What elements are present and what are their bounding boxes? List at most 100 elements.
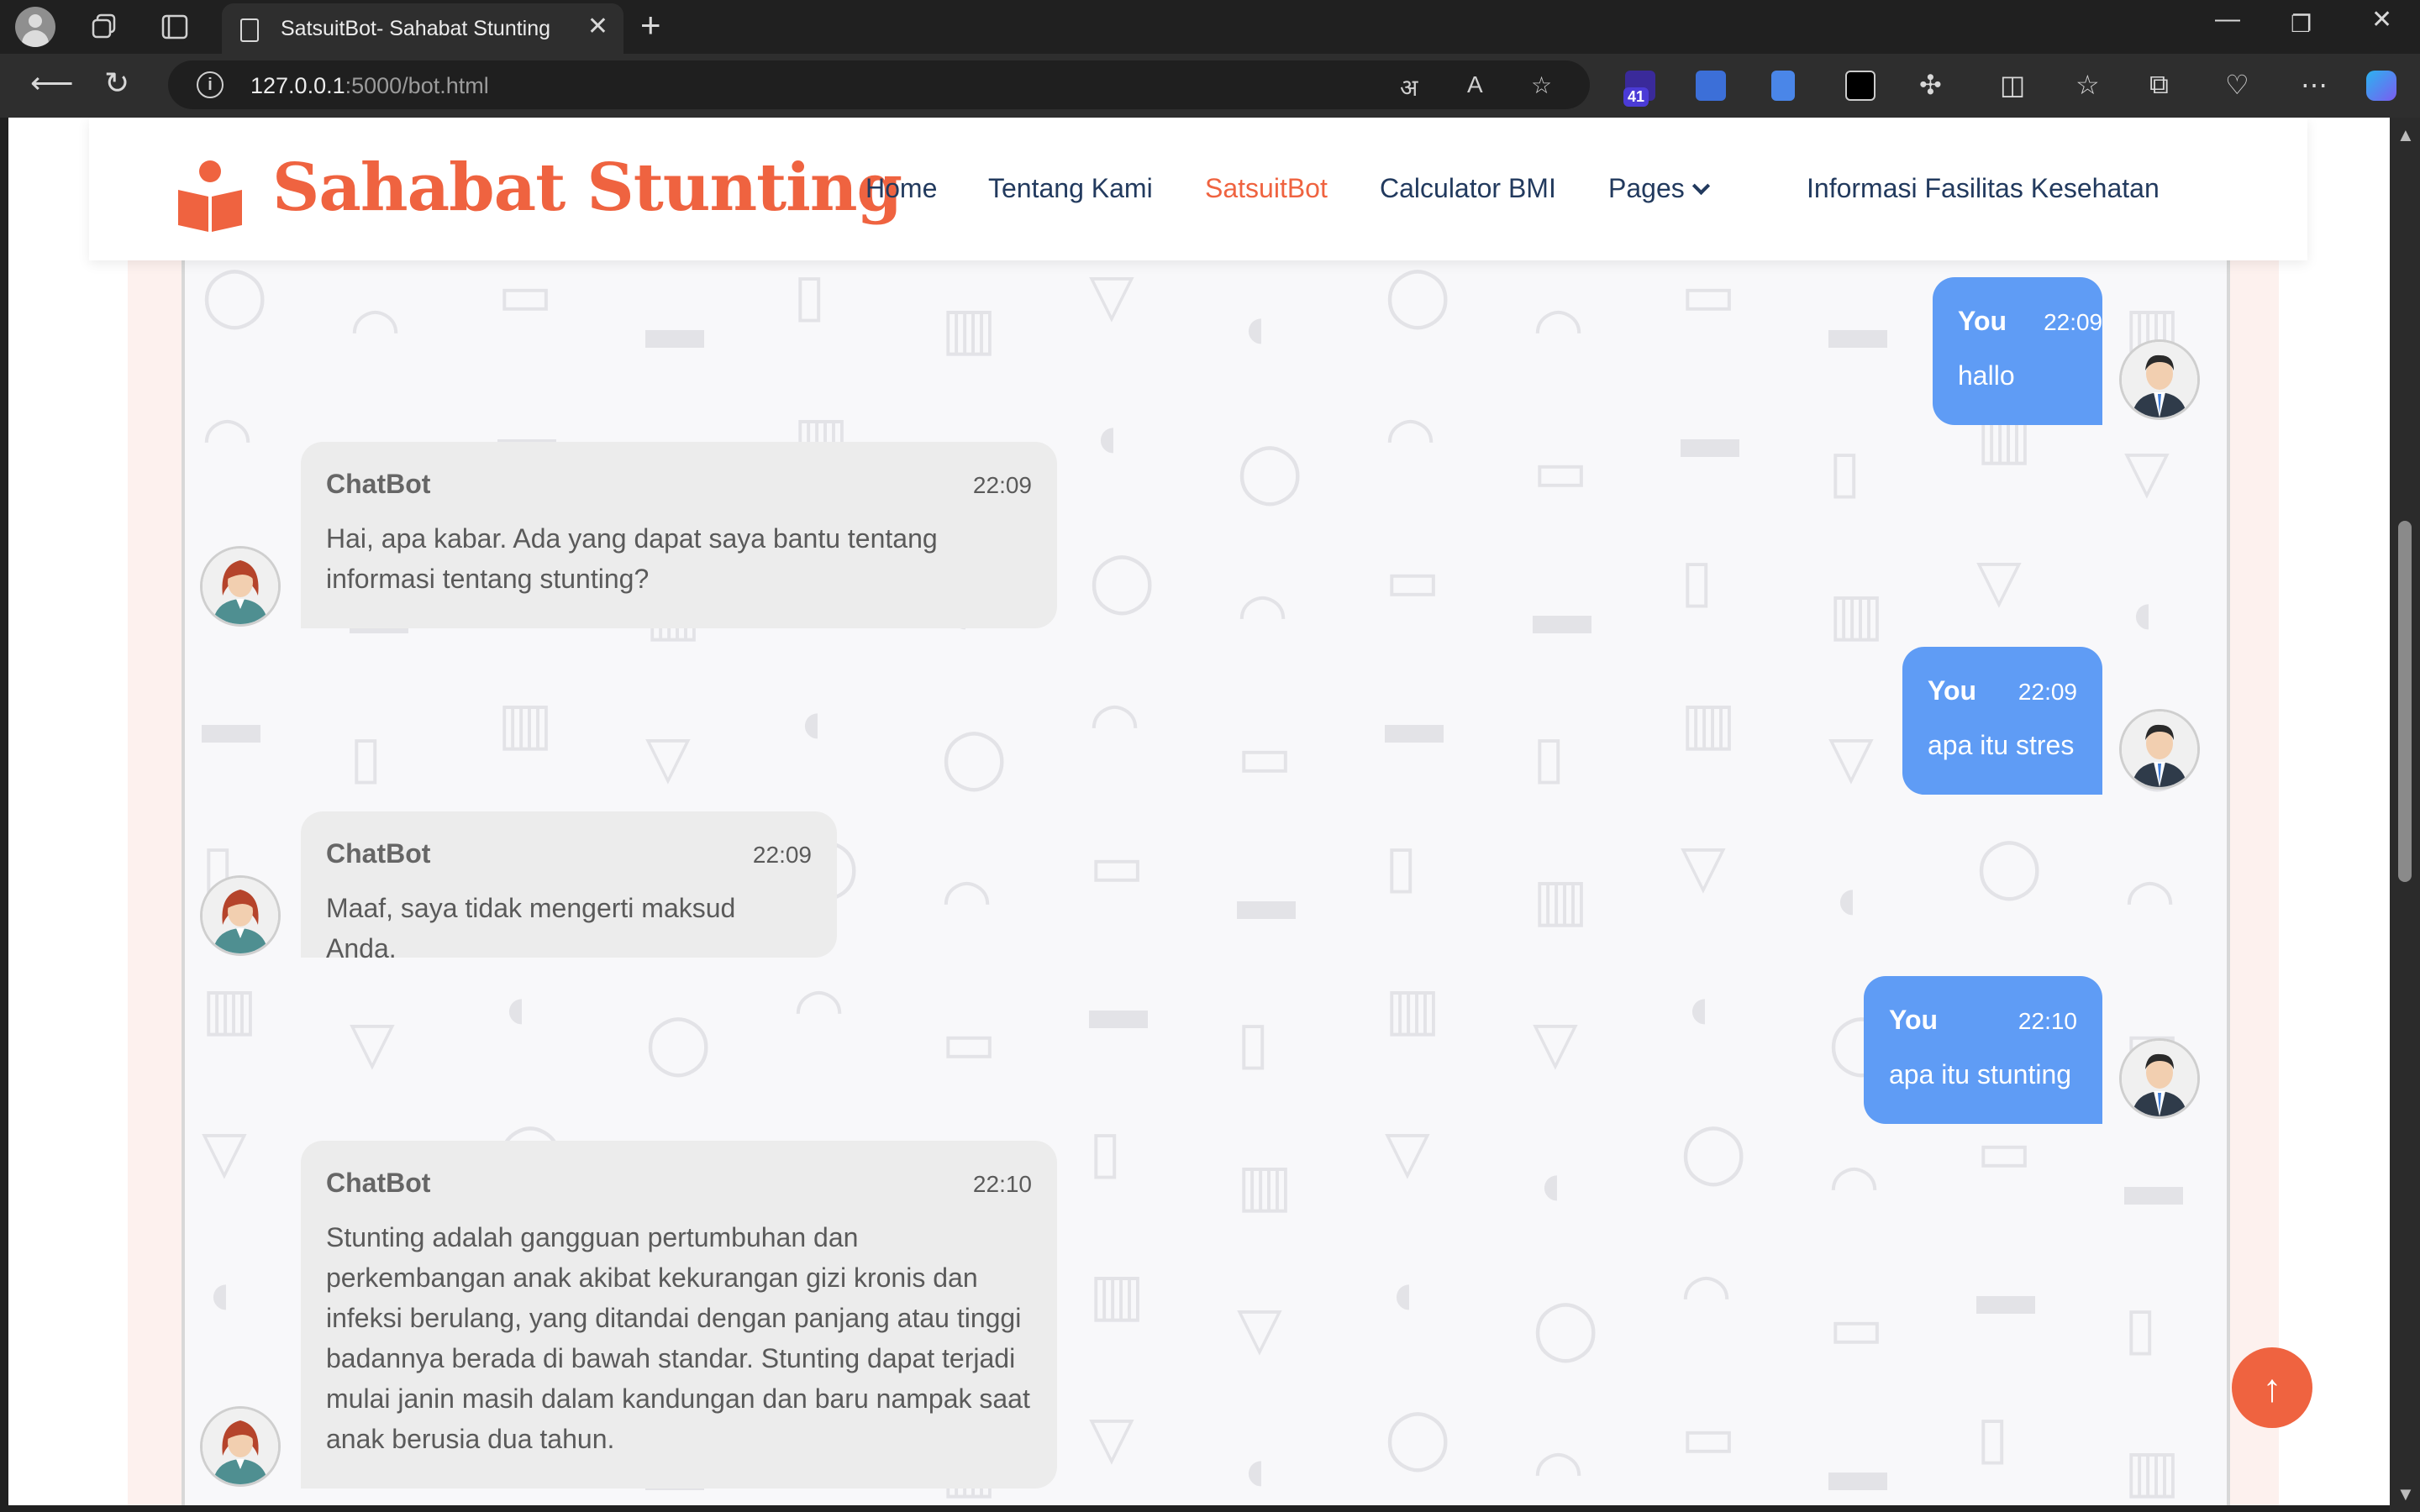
close-tab-icon[interactable]: ✕ [587, 12, 608, 41]
favorite-star-icon[interactable]: ☆ [1531, 71, 1552, 99]
pattern-food-icon: ▥ [497, 690, 554, 756]
pattern-food-icon: ◠ [202, 405, 254, 470]
pattern-food-icon: ◖ [1681, 975, 1717, 1041]
collections-icon[interactable]: ⧉ [2149, 69, 2169, 101]
page-scrollbar[interactable]: ▲ ▼ [2390, 118, 2420, 1512]
restore-icon[interactable]: ❐ [2291, 10, 2312, 38]
sender-name: You [1958, 306, 2007, 336]
pattern-food-icon: ▽ [1385, 1119, 1430, 1184]
profile-icon[interactable] [15, 7, 55, 47]
pattern-food-icon: ▯ [1237, 1010, 1270, 1075]
openai-extension-icon[interactable] [1845, 71, 1876, 101]
message-text: Stunting adalah gangguan pertumbuhan dan… [326, 1222, 1030, 1454]
woman-avatar-icon [203, 1409, 278, 1484]
read-aloud-icon[interactable]: A [1467, 71, 1483, 98]
pattern-food-icon: ◠ [1681, 1262, 1733, 1327]
scroll-up-icon[interactable]: ▲ [2396, 124, 2415, 146]
pattern-food-icon: ▽ [1237, 1295, 1282, 1361]
pattern-food-icon: ▽ [1089, 262, 1134, 328]
bot-avatar [200, 1406, 281, 1487]
pattern-food-icon: ▽ [1681, 833, 1726, 899]
pattern-food-icon: ◠ [1533, 1438, 1585, 1504]
message-time: 22:10 [972, 1171, 1032, 1197]
address-bar[interactable]: i 127.0.0.1:5000/bot.html अ A ☆ [168, 60, 1590, 109]
pattern-food-icon: ◯ [1533, 1295, 1599, 1361]
back-icon[interactable]: ⟵ [30, 66, 74, 101]
favorites-icon[interactable]: ☆ [2075, 69, 2100, 101]
site-navbar: Sahabat Stunting Home Tentang Kami Satsu… [89, 118, 2307, 260]
nav-satsuitbot[interactable]: SatsuitBot [1205, 173, 1328, 204]
sender-name: ChatBot [326, 838, 431, 869]
pattern-food-icon: ▥ [1681, 690, 1737, 756]
pattern-food-icon: ▥ [1237, 1152, 1293, 1218]
man-avatar-icon [2122, 342, 2197, 417]
pattern-food-icon: ▭ [1089, 833, 1145, 899]
workspaces-icon[interactable] [84, 8, 124, 45]
back-to-top-button[interactable]: ↑ [2232, 1347, 2312, 1428]
bot-message-bubble: ChatBot 22:09 Maaf, saya tidak mengerti m… [301, 811, 837, 963]
arrow-up-icon: ↑ [2262, 1366, 2282, 1410]
tab-actions-icon[interactable] [155, 8, 195, 45]
pattern-food-icon: ◯ [1385, 1404, 1451, 1470]
pattern-food-icon: ◠ [1385, 405, 1437, 470]
site-brand[interactable]: Sahabat Stunting [272, 150, 902, 226]
pattern-food-icon: ◖ [1385, 1261, 1421, 1326]
pattern-food-icon: ◠ [941, 867, 993, 932]
message-time: 22:09 [2018, 679, 2077, 705]
bot-avatar [200, 875, 281, 956]
nav-informasi-fasilitas[interactable]: Informasi Fasilitas Kesehatan [1807, 173, 2160, 204]
nav-pages-dropdown[interactable]: Pages [1608, 173, 1710, 204]
scroll-down-icon[interactable]: ▼ [2396, 1483, 2415, 1505]
pattern-food-icon: ◠ [2124, 867, 2176, 932]
sender-name: You [1889, 1005, 1939, 1035]
pattern-food-icon: ▭ [1828, 1295, 1885, 1361]
pattern-food-icon: ◯ [1681, 1119, 1747, 1184]
extensions-puzzle-icon[interactable]: ✣ [1919, 69, 1942, 101]
copilot-icon[interactable] [2366, 71, 2396, 101]
pattern-food-icon: ▽ [1976, 548, 2022, 613]
pattern-food-icon: ◖ [1089, 404, 1125, 470]
more-menu-icon[interactable]: ⋯ [2301, 69, 2328, 101]
user-avatar [2119, 339, 2200, 420]
user-message-bubble: You 22:09 apa itu stres [1902, 647, 2102, 795]
minimize-icon[interactable]: — [2215, 5, 2240, 34]
user-avatar [2119, 709, 2200, 790]
user-message-bubble: You 22:09 hallo [1933, 277, 2102, 425]
pattern-food-icon: ▯ [1385, 833, 1418, 899]
pattern-food-icon: ▯ [1089, 1119, 1122, 1184]
split-screen-icon[interactable]: ◫ [2000, 69, 2025, 101]
translate-icon[interactable]: अ [1400, 71, 1418, 103]
pattern-food-icon: ▯ [350, 724, 382, 790]
docs-extension-icon[interactable] [1771, 71, 1795, 101]
pattern-food-icon: ◠ [1828, 1152, 1881, 1218]
pattern-food-icon: ▽ [1089, 1404, 1134, 1470]
pattern-food-icon: ◯ [1089, 548, 1155, 613]
woman-avatar-icon [203, 878, 278, 953]
new-tab-icon[interactable]: + [640, 5, 661, 45]
scrollbar-thumb[interactable] [2398, 521, 2412, 882]
close-window-icon[interactable]: ✕ [2371, 5, 2392, 34]
pattern-food-icon: ▯ [1828, 438, 1861, 504]
page-icon [240, 18, 259, 42]
site-info-icon[interactable]: i [197, 71, 224, 98]
pattern-food-icon: ▽ [1828, 724, 1874, 790]
pattern-food-icon: ▬ [1237, 866, 1296, 932]
nav-pages-label: Pages [1608, 173, 1685, 203]
bot-avatar [200, 546, 281, 627]
translator-extension-icon[interactable] [1696, 71, 1726, 101]
nav-calculator-bmi[interactable]: Calculator BMI [1380, 173, 1556, 204]
pattern-food-icon: ◠ [350, 296, 402, 361]
sender-name: You [1928, 675, 1977, 706]
pattern-food-icon: ▬ [1828, 295, 1887, 360]
refresh-icon[interactable]: ↻ [104, 66, 129, 101]
tab-title: SatsuitBot- Sahabat Stunting [281, 17, 551, 40]
nav-tentang-kami[interactable]: Tentang Kami [988, 173, 1153, 204]
pattern-food-icon: ▭ [1237, 724, 1293, 790]
pattern-food-icon: ◖ [497, 975, 534, 1041]
user-message-bubble: You 22:10 apa itu stunting [1864, 976, 2102, 1124]
nav-home[interactable]: Home [865, 173, 937, 204]
browser-essentials-icon[interactable]: ♡ [2225, 69, 2249, 101]
pattern-food-icon: ▬ [1385, 690, 1444, 755]
browser-tab[interactable]: SatsuitBot- Sahabat Stunting ✕ [222, 3, 623, 54]
pattern-food-icon: ◖ [202, 1261, 238, 1326]
